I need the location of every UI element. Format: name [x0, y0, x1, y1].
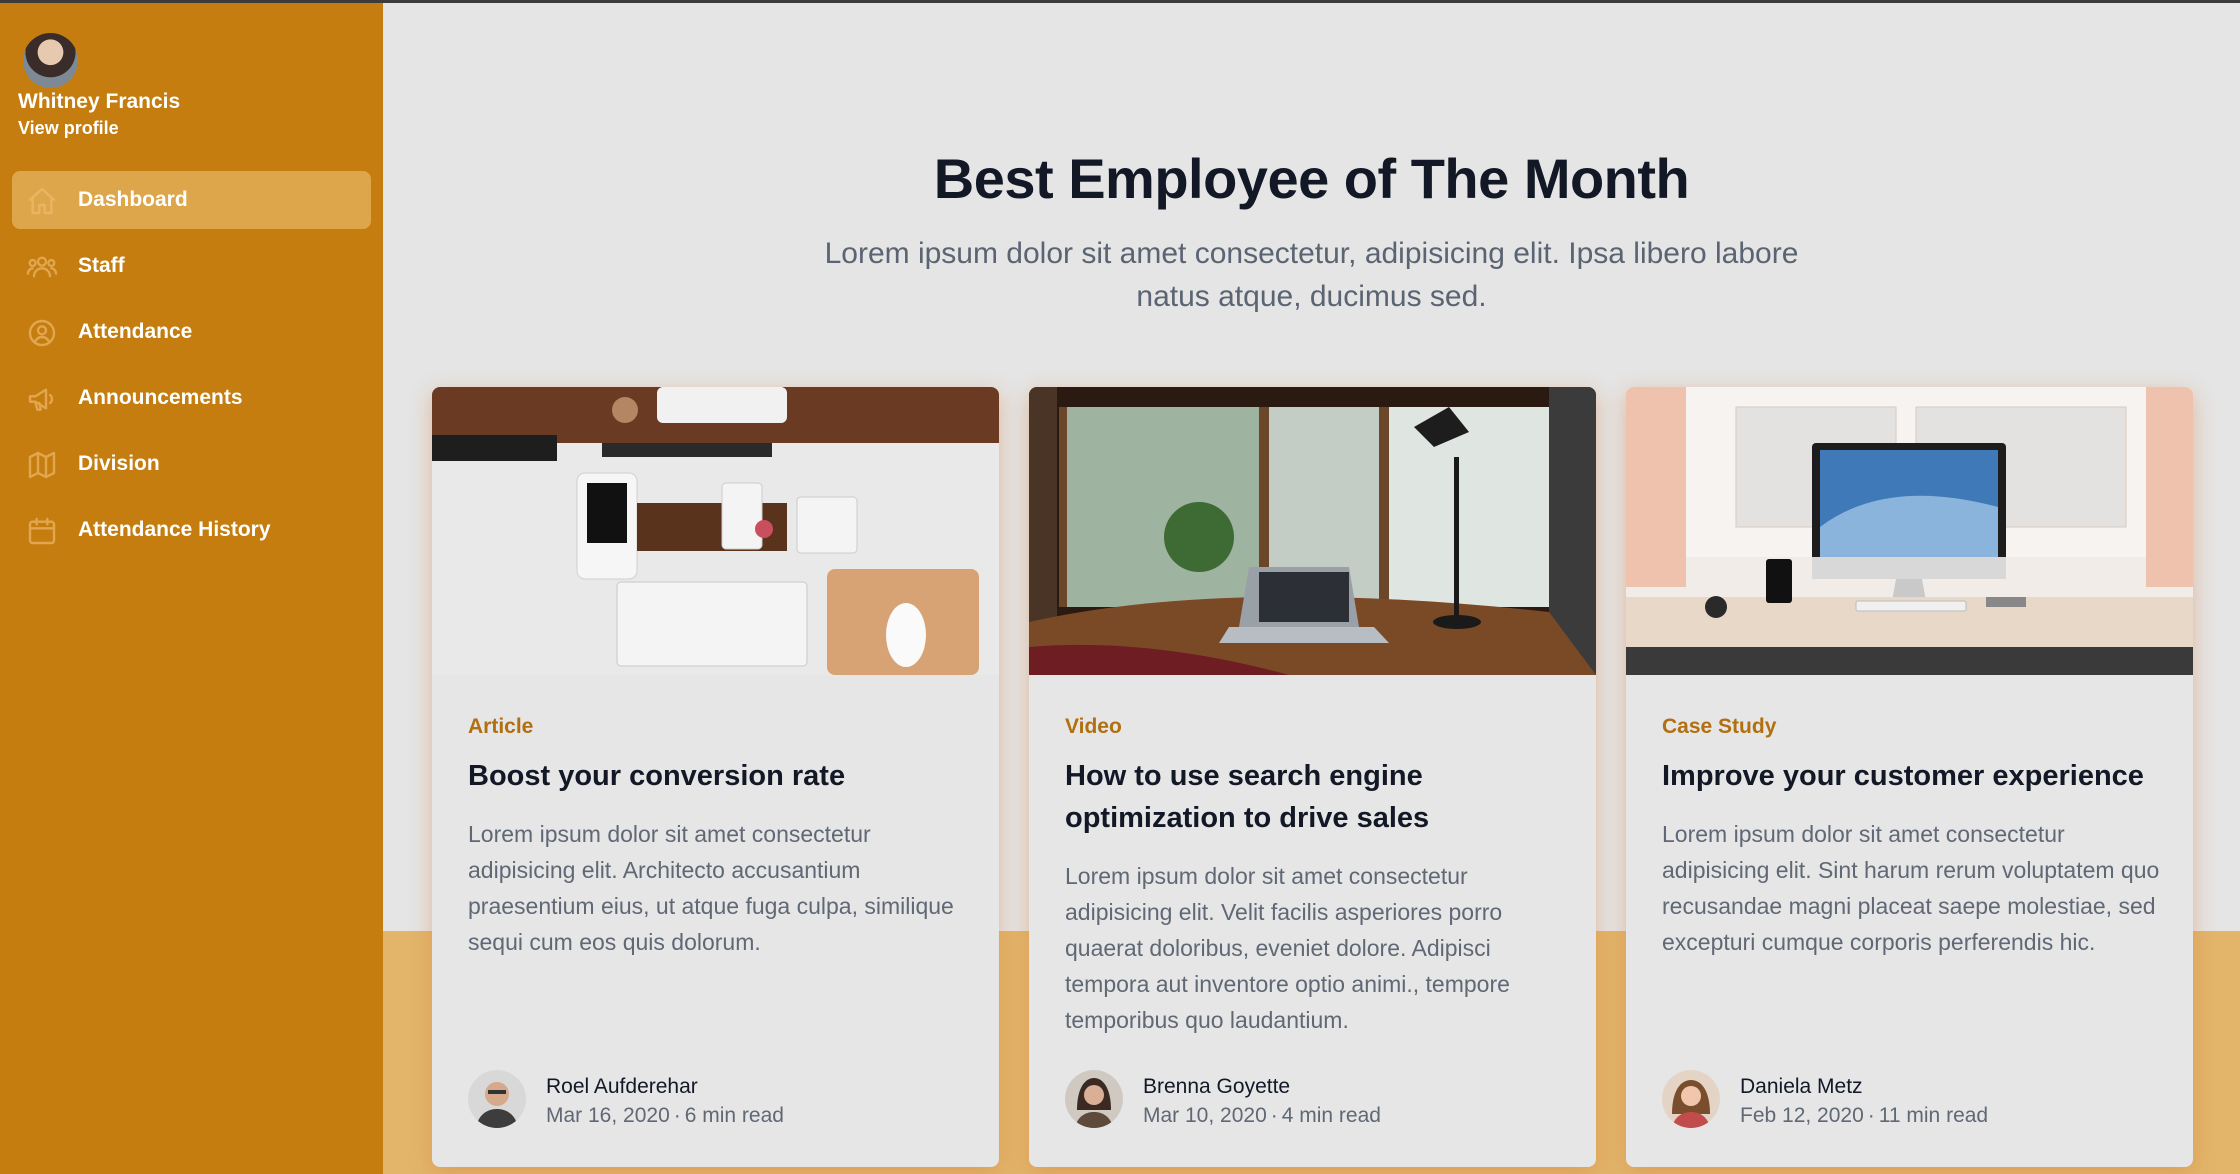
sidebar-item-attendance[interactable]: Attendance [12, 303, 371, 361]
read-time: 11 min read [1878, 1104, 1989, 1127]
sidebar-item-announcements[interactable]: Announcements [12, 369, 371, 427]
sidebar-item-attendance-history[interactable]: Attendance History [12, 501, 371, 559]
calendar-icon [26, 515, 58, 547]
sidebar-item-label: Attendance [78, 320, 193, 343]
page-subtitle: Lorem ipsum dolor sit amet consectetur, … [824, 237, 1799, 313]
sidebar-item-staff[interactable]: Staff [12, 237, 371, 295]
home-icon [26, 185, 58, 217]
megaphone-icon [26, 383, 58, 415]
read-time: 6 min read [684, 1104, 784, 1127]
sidebar: Whitney Francis View profile Dashboard S… [0, 0, 383, 1174]
card-category[interactable]: Case Study [1662, 715, 1776, 739]
card-category[interactable]: Article [468, 715, 533, 739]
user-avatar[interactable] [23, 33, 78, 88]
author-avatar[interactable] [1662, 1070, 1720, 1128]
card-category[interactable]: Video [1065, 715, 1122, 739]
author-avatar[interactable] [468, 1070, 526, 1128]
page-title: Best Employee of The Month [933, 147, 1690, 210]
author-name[interactable]: Brenna Goyette [1143, 1075, 1290, 1099]
sidebar-item-division[interactable]: Division [12, 435, 371, 493]
sidebar-nav: Dashboard Staff Attendance Announcements… [12, 171, 371, 567]
attendance-icon [26, 317, 58, 349]
read-time: 4 min read [1281, 1104, 1381, 1127]
window-laptop-image[interactable] [1029, 387, 1596, 675]
card-title[interactable]: Boost your conversion rate [468, 755, 968, 797]
card-title[interactable]: Improve your customer experience [1662, 755, 2162, 797]
desk-workspace-image[interactable] [432, 387, 999, 675]
post-meta: Mar 10, 2020 · 4 min read [1143, 1104, 1381, 1127]
sidebar-item-dashboard[interactable]: Dashboard [12, 171, 371, 229]
sidebar-item-label: Announcements [78, 386, 243, 409]
user-name: Whitney Francis [18, 90, 181, 113]
post-card[interactable]: Video How to use search engine optimizat… [1029, 387, 1596, 1167]
post-date: Feb 12, 2020 [1740, 1104, 1864, 1127]
imac-desk-image[interactable] [1626, 387, 2193, 675]
sidebar-item-label: Division [78, 452, 160, 475]
post-card[interactable]: Case Study Improve your customer experie… [1626, 387, 2193, 1167]
users-icon [26, 251, 58, 283]
sidebar-item-label: Dashboard [78, 188, 188, 211]
sidebar-item-label: Staff [78, 254, 125, 277]
sidebar-item-label: Attendance History [78, 518, 271, 541]
window-top-border [0, 0, 2240, 3]
post-date: Mar 16, 2020 [546, 1104, 670, 1127]
card-description: Lorem ipsum dolor sit amet consectetur a… [1662, 821, 2160, 955]
post-date: Mar 10, 2020 [1143, 1104, 1267, 1127]
author-name[interactable]: Roel Aufderehar [546, 1075, 698, 1099]
post-meta: Mar 16, 2020 · 6 min read [546, 1104, 784, 1127]
map-icon [26, 449, 58, 481]
view-profile-link[interactable]: View profile [18, 118, 119, 139]
author-avatar[interactable] [1065, 1070, 1123, 1128]
post-meta: Feb 12, 2020 · 11 min read [1740, 1104, 1989, 1127]
card-title[interactable]: How to use search engine optimization to… [1065, 755, 1565, 839]
card-description: Lorem ipsum dolor sit amet consectetur a… [1065, 863, 1510, 1033]
author-name[interactable]: Daniela Metz [1740, 1075, 1863, 1099]
card-description: Lorem ipsum dolor sit amet consectetur a… [468, 821, 954, 955]
post-card[interactable]: Article Boost your conversion rate Lorem… [432, 387, 999, 1167]
